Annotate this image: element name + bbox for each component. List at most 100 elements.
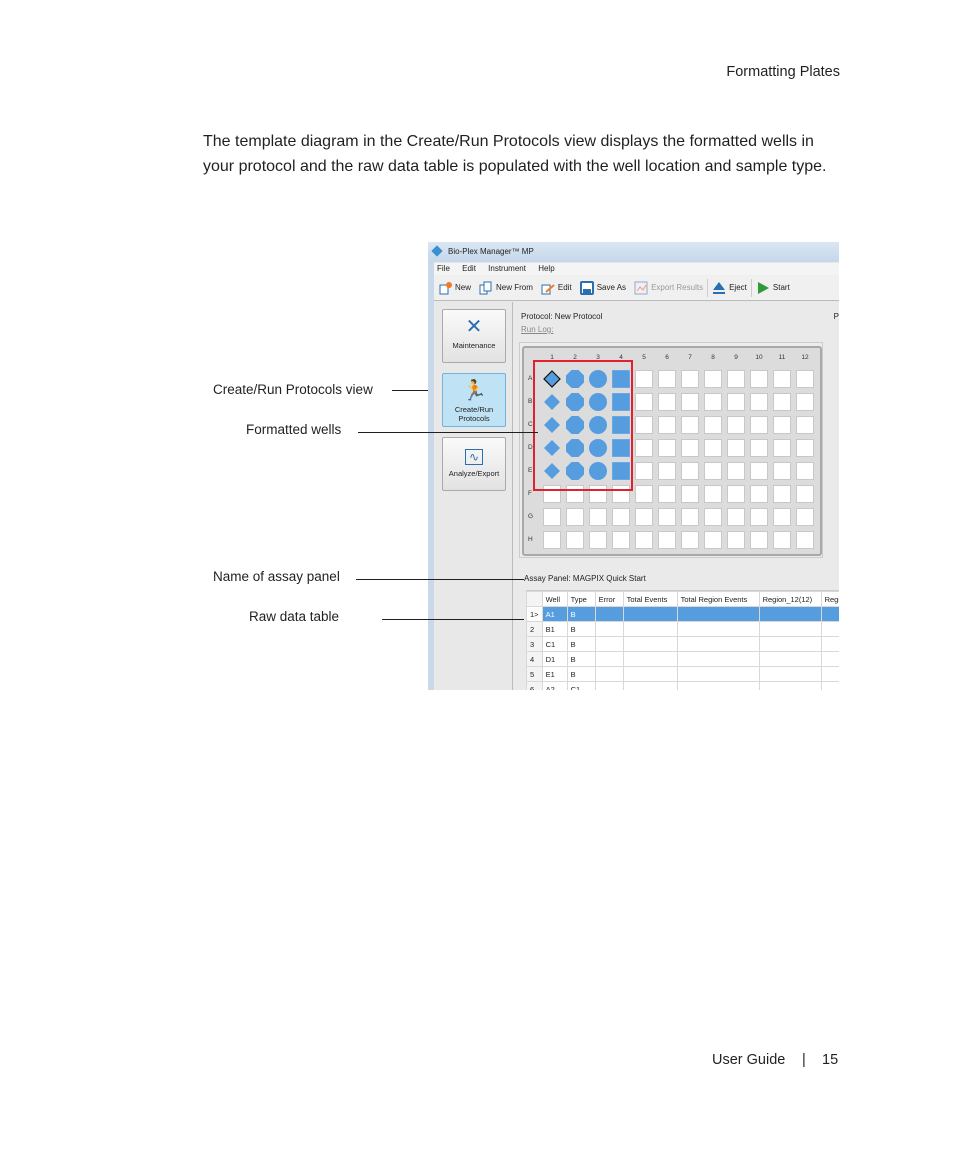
save-as-button[interactable]: Save As <box>579 280 626 295</box>
well-empty[interactable] <box>750 462 768 480</box>
well-empty[interactable] <box>681 416 699 434</box>
new-button[interactable]: New <box>438 281 471 295</box>
well-empty[interactable] <box>658 416 676 434</box>
well-empty[interactable] <box>589 531 607 549</box>
well-empty[interactable] <box>681 462 699 480</box>
menu-help[interactable]: Help <box>538 264 554 273</box>
table-row[interactable]: 5 E1 B <box>526 666 839 682</box>
well-empty[interactable] <box>681 485 699 503</box>
well-empty[interactable] <box>681 508 699 526</box>
column-header[interactable]: Total Region Events <box>676 591 760 607</box>
well-empty[interactable] <box>658 485 676 503</box>
well-empty[interactable] <box>796 370 814 388</box>
well-empty[interactable] <box>681 393 699 411</box>
table-row[interactable]: 2 B1 B <box>526 621 839 637</box>
well-empty[interactable] <box>635 462 653 480</box>
well-empty[interactable] <box>658 393 676 411</box>
well-empty[interactable] <box>773 393 791 411</box>
well-empty[interactable] <box>566 531 584 549</box>
well-empty[interactable] <box>796 416 814 434</box>
well-empty[interactable] <box>704 370 722 388</box>
well-empty[interactable] <box>773 439 791 457</box>
well-empty[interactable] <box>658 370 676 388</box>
well-empty[interactable] <box>658 531 676 549</box>
well-empty[interactable] <box>773 485 791 503</box>
well-empty[interactable] <box>750 439 768 457</box>
menu-edit[interactable]: Edit <box>462 264 476 273</box>
well-empty[interactable] <box>796 439 814 457</box>
table-row[interactable]: 3 C1 B <box>526 636 839 652</box>
well-empty[interactable] <box>635 439 653 457</box>
well-empty[interactable] <box>658 508 676 526</box>
well-empty[interactable] <box>681 439 699 457</box>
column-header[interactable]: Type <box>566 591 596 607</box>
well-empty[interactable] <box>658 439 676 457</box>
well-empty[interactable] <box>612 531 630 549</box>
well-empty[interactable] <box>704 439 722 457</box>
well-empty[interactable] <box>773 462 791 480</box>
well-empty[interactable] <box>796 393 814 411</box>
well-empty[interactable] <box>704 462 722 480</box>
nav-analyze-export-button[interactable]: ∿ Analyze/Export <box>442 437 506 491</box>
well-empty[interactable] <box>704 508 722 526</box>
well-empty[interactable] <box>727 393 745 411</box>
column-header[interactable]: Total Events <box>622 591 678 607</box>
well-empty[interactable] <box>750 393 768 411</box>
well-empty[interactable] <box>635 416 653 434</box>
well-empty[interactable] <box>681 531 699 549</box>
well-empty[interactable] <box>589 508 607 526</box>
nav-create-run-protocols-button[interactable]: 🏃 Create/Run Protocols <box>442 373 506 427</box>
column-header[interactable]: Error <box>594 591 624 607</box>
new-from-button[interactable]: New From <box>479 281 533 295</box>
well-empty[interactable] <box>727 439 745 457</box>
well-empty[interactable] <box>773 531 791 549</box>
menu-file[interactable]: File <box>437 264 450 273</box>
well-empty[interactable] <box>704 531 722 549</box>
well-empty[interactable] <box>750 508 768 526</box>
well-empty[interactable] <box>750 531 768 549</box>
edit-button[interactable]: Edit <box>541 281 572 295</box>
run-log-link[interactable]: Run Log: <box>521 325 553 334</box>
well-empty[interactable] <box>727 485 745 503</box>
well-empty[interactable] <box>750 485 768 503</box>
table-row[interactable]: 6 A2 C1 <box>526 681 839 690</box>
well-empty[interactable] <box>727 416 745 434</box>
well-empty[interactable] <box>750 370 768 388</box>
well-empty[interactable] <box>727 462 745 480</box>
table-row[interactable]: 1> A1 B <box>526 606 839 622</box>
well-empty[interactable] <box>773 370 791 388</box>
well-empty[interactable] <box>635 370 653 388</box>
export-results-button[interactable]: Export Results <box>634 281 703 295</box>
well-empty[interactable] <box>635 485 653 503</box>
nav-maintenance-button[interactable]: ✕ Maintenance <box>442 309 506 363</box>
well-empty[interactable] <box>773 416 791 434</box>
well-empty[interactable] <box>681 370 699 388</box>
well-empty[interactable] <box>635 508 653 526</box>
column-header[interactable]: Well <box>541 591 568 607</box>
well-empty[interactable] <box>543 531 561 549</box>
well-empty[interactable] <box>566 508 584 526</box>
well-empty[interactable] <box>612 508 630 526</box>
eject-button[interactable]: Eject <box>712 281 747 295</box>
well-empty[interactable] <box>796 485 814 503</box>
well-empty[interactable] <box>635 393 653 411</box>
well-empty[interactable] <box>750 416 768 434</box>
well-empty[interactable] <box>704 416 722 434</box>
column-header[interactable] <box>526 591 543 607</box>
well-empty[interactable] <box>796 508 814 526</box>
well-empty[interactable] <box>727 370 745 388</box>
column-header[interactable]: Regio <box>820 591 839 607</box>
well-empty[interactable] <box>796 462 814 480</box>
well-empty[interactable] <box>727 508 745 526</box>
start-button[interactable]: Start <box>756 281 790 295</box>
well-empty[interactable] <box>704 485 722 503</box>
well-empty[interactable] <box>727 531 745 549</box>
table-row[interactable]: 4 D1 B <box>526 651 839 667</box>
well-empty[interactable] <box>796 531 814 549</box>
column-header[interactable]: Region_12(12) <box>758 591 822 607</box>
well-empty[interactable] <box>773 508 791 526</box>
well-empty[interactable] <box>658 462 676 480</box>
well-empty[interactable] <box>704 393 722 411</box>
well-empty[interactable] <box>543 508 561 526</box>
menu-instrument[interactable]: Instrument <box>488 264 526 273</box>
